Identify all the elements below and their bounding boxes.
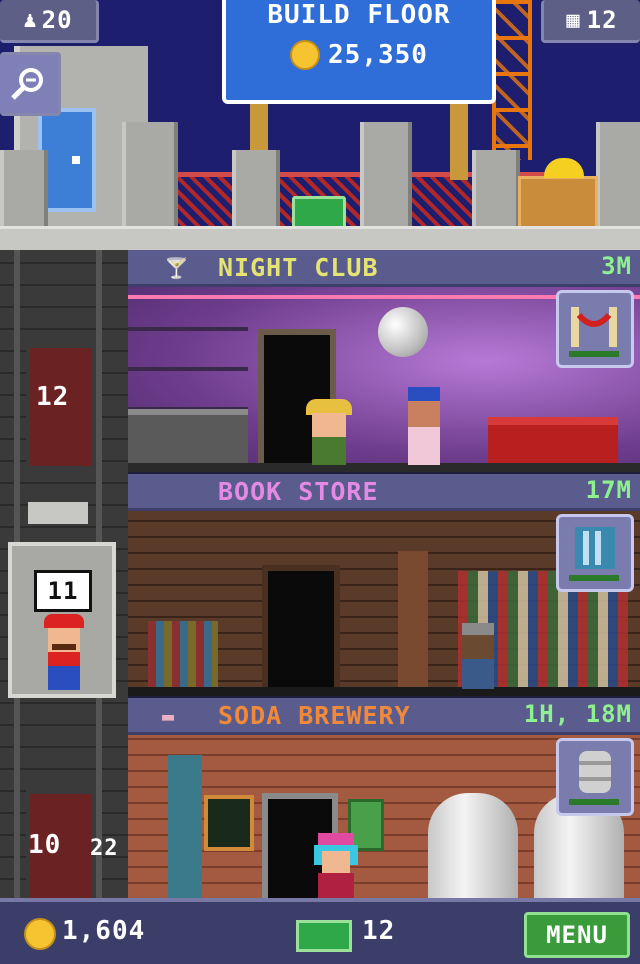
soda-brewery-header: ▬ SODA BREWERY 1H, 18M (128, 698, 640, 735)
club-visitor-blonde[interactable] (306, 399, 352, 465)
roof-pillar (596, 122, 640, 226)
hard-hat-icon (544, 158, 584, 178)
floor-count-badge[interactable]: ▦ 12 (541, 0, 640, 43)
club-visitor-blue-hat[interactable] (404, 387, 444, 465)
bar-counter (128, 409, 248, 467)
floor-number-12: 12 (36, 382, 70, 412)
night-club-header: 🍸 NIGHT CLUB 3M (128, 250, 640, 287)
floor-count: 12 (586, 6, 618, 34)
bux-balance: 12 (362, 916, 396, 946)
roof-pillar (0, 150, 48, 226)
magnifier-icon (11, 68, 43, 100)
soda-tank-button[interactable] (556, 738, 634, 816)
game-scene: BUILD FLOOR 25,350 ♟ 20 ▦ 12 12 11 10 22… (0, 0, 640, 964)
book-store-header: BOOK STORE 17M (128, 474, 640, 511)
velvet-rope-button[interactable] (556, 290, 634, 368)
door-knob (72, 156, 80, 164)
face (462, 635, 494, 659)
book-store-visitor[interactable] (458, 623, 498, 689)
support-pillar (398, 551, 428, 696)
building-icon: ▦ (566, 7, 581, 33)
restock-timer: 1H, 18M (523, 700, 632, 728)
cocktail-icon: 🍸 (164, 256, 189, 280)
face (312, 413, 346, 437)
build-floor-label: BUILD FLOOR (267, 0, 451, 30)
population-count: 20 (41, 6, 73, 34)
shirt (408, 427, 440, 465)
hat (318, 833, 354, 845)
cake-icon: ▬ (162, 704, 175, 728)
coin-balance: 1,604 (62, 916, 146, 946)
floor-name: SODA BREWERY (218, 700, 411, 730)
roof-pillar (122, 122, 178, 226)
restock-timer: 17M (585, 476, 632, 504)
soda-tank-icon (569, 751, 619, 805)
floor-name: BOOK STORE (218, 476, 379, 506)
build-floor-button[interactable]: BUILD FLOOR 25,350 (222, 0, 496, 104)
book-shelf (148, 621, 218, 687)
elevator-operator[interactable] (44, 614, 84, 690)
floor-book-store[interactable]: BOOK STORE 17M (128, 474, 640, 696)
coin-icon (24, 918, 56, 950)
floor-soda-brewery[interactable]: ▬ SODA BREWERY 1H, 18M (128, 698, 640, 898)
build-cost-row: 25,350 (226, 40, 492, 70)
shirt (318, 873, 354, 898)
store-floor (128, 687, 640, 696)
crane-lattice (496, 0, 528, 160)
operator-overalls (48, 666, 80, 690)
hat (462, 623, 494, 635)
face (322, 851, 350, 873)
pipe (168, 755, 202, 898)
brewing-tank (428, 793, 518, 898)
zoom-button[interactable] (0, 52, 61, 116)
book-store-doorway (262, 565, 340, 696)
elevator-counterweight (28, 502, 88, 524)
population-badge[interactable]: ♟ 20 (0, 0, 99, 43)
bookshelf-button[interactable] (556, 514, 634, 592)
brewery-visitor[interactable] (314, 833, 358, 898)
elevator-shaft: 12 11 10 22 (0, 250, 128, 916)
chalk-board (204, 795, 254, 851)
bookshelf-icon (569, 527, 619, 581)
waiting-count: 22 (90, 836, 119, 861)
roof-pillar (232, 150, 280, 226)
red-cap-icon (44, 614, 84, 628)
shirt (462, 659, 494, 689)
floor-name: NIGHT CLUB (218, 252, 379, 282)
rooftop: BUILD FLOOR 25,350 ♟ 20 ▦ 12 (0, 0, 640, 250)
shirt (312, 437, 346, 465)
coin-icon (290, 40, 321, 70)
crate (518, 176, 598, 232)
velvet-rope-icon (569, 307, 619, 357)
face (408, 401, 440, 427)
disco-ball-icon (378, 307, 428, 357)
build-cost: 25,350 (328, 40, 428, 70)
stage-floor (128, 463, 640, 472)
floor-number-10: 10 (28, 830, 62, 860)
restock-timer: 3M (601, 252, 632, 280)
bottom-bar: 1,604 12 MENU (0, 898, 640, 964)
elevator-floor-number: 11 (47, 577, 79, 605)
roof-ledge (0, 226, 640, 250)
roof-pillar (360, 122, 412, 226)
operator-mustache (52, 644, 76, 650)
person-icon: ♟ (23, 7, 38, 33)
elevator-car[interactable]: 11 (8, 542, 116, 698)
hat (408, 387, 440, 401)
elevator-floor-sign: 11 (34, 570, 92, 612)
roof-pillar (472, 150, 520, 226)
billboard-post (450, 100, 468, 180)
floor-night-club[interactable]: 🍸 NIGHT CLUB 3M (128, 250, 640, 472)
menu-button[interactable]: MENU (524, 912, 630, 958)
bux-icon (296, 920, 352, 952)
